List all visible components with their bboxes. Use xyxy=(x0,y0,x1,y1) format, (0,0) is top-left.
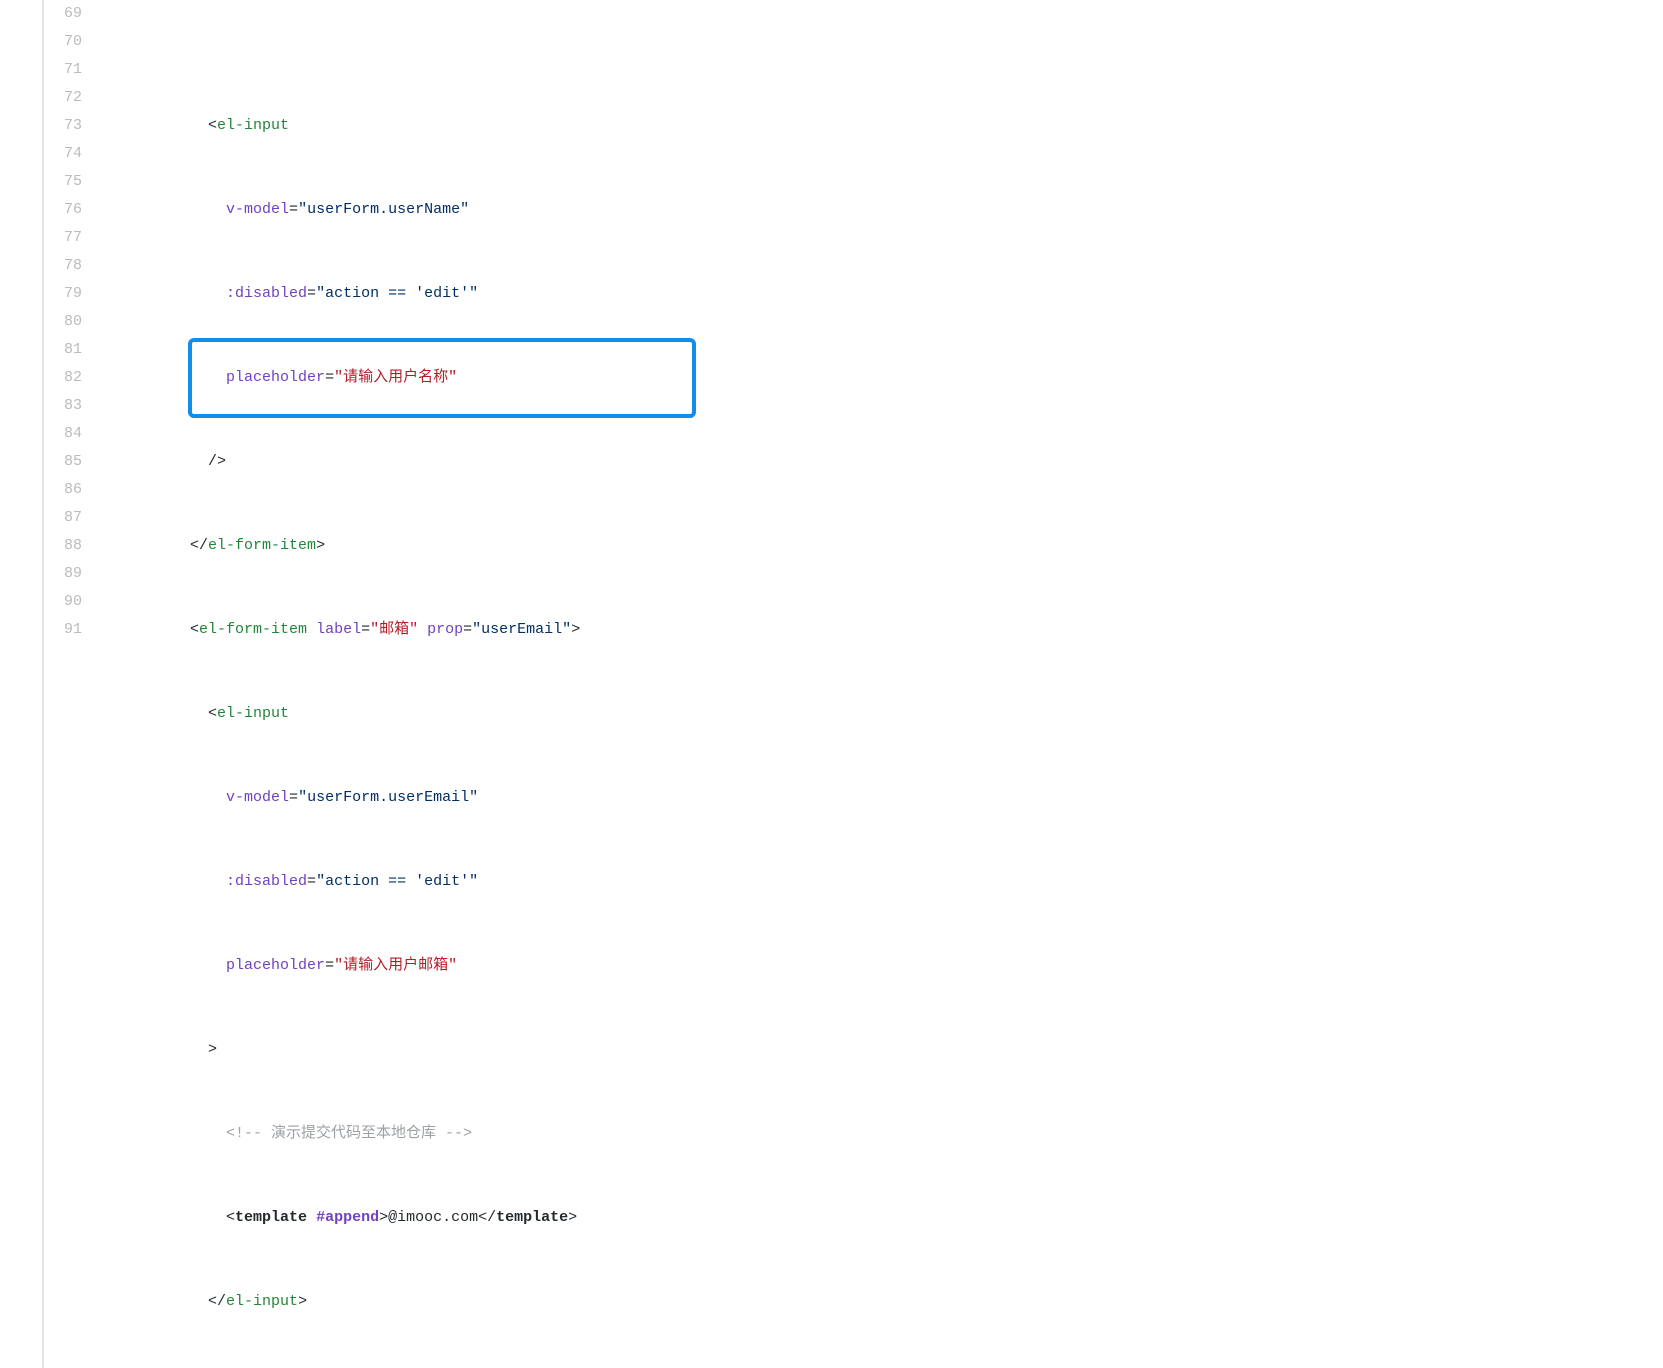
code-comment: <!-- 演示提交代码至本地仓库 --> xyxy=(226,1125,472,1142)
line-number: 77 xyxy=(44,224,82,252)
line-number: 71 xyxy=(44,56,82,84)
line-number: 73 xyxy=(44,112,82,140)
line-number: 89 xyxy=(44,560,82,588)
code-editor: 69 70 71 72 73 74 75 76 77 78 79 80 81 8… xyxy=(42,0,1663,1368)
line-number: 87 xyxy=(44,504,82,532)
code-content[interactable]: <el-input v-model="userForm.userName" :d… xyxy=(100,0,1663,1368)
line-number: 79 xyxy=(44,280,82,308)
line-number: 85 xyxy=(44,448,82,476)
line-number: 80 xyxy=(44,308,82,336)
line-number: 88 xyxy=(44,532,82,560)
line-number: 78 xyxy=(44,252,82,280)
line-number: 76 xyxy=(44,196,82,224)
line-number: 82 xyxy=(44,364,82,392)
line-number: 83 xyxy=(44,392,82,420)
line-number: 69 xyxy=(44,0,82,28)
line-number: 81 xyxy=(44,336,82,364)
line-number: 91 xyxy=(44,616,82,644)
line-number: 74 xyxy=(44,140,82,168)
line-number: 84 xyxy=(44,420,82,448)
line-number: 90 xyxy=(44,588,82,616)
line-number: 70 xyxy=(44,28,82,56)
line-number-gutter: 69 70 71 72 73 74 75 76 77 78 79 80 81 8… xyxy=(44,0,100,1368)
line-number: 75 xyxy=(44,168,82,196)
line-number: 72 xyxy=(44,84,82,112)
line-number: 86 xyxy=(44,476,82,504)
